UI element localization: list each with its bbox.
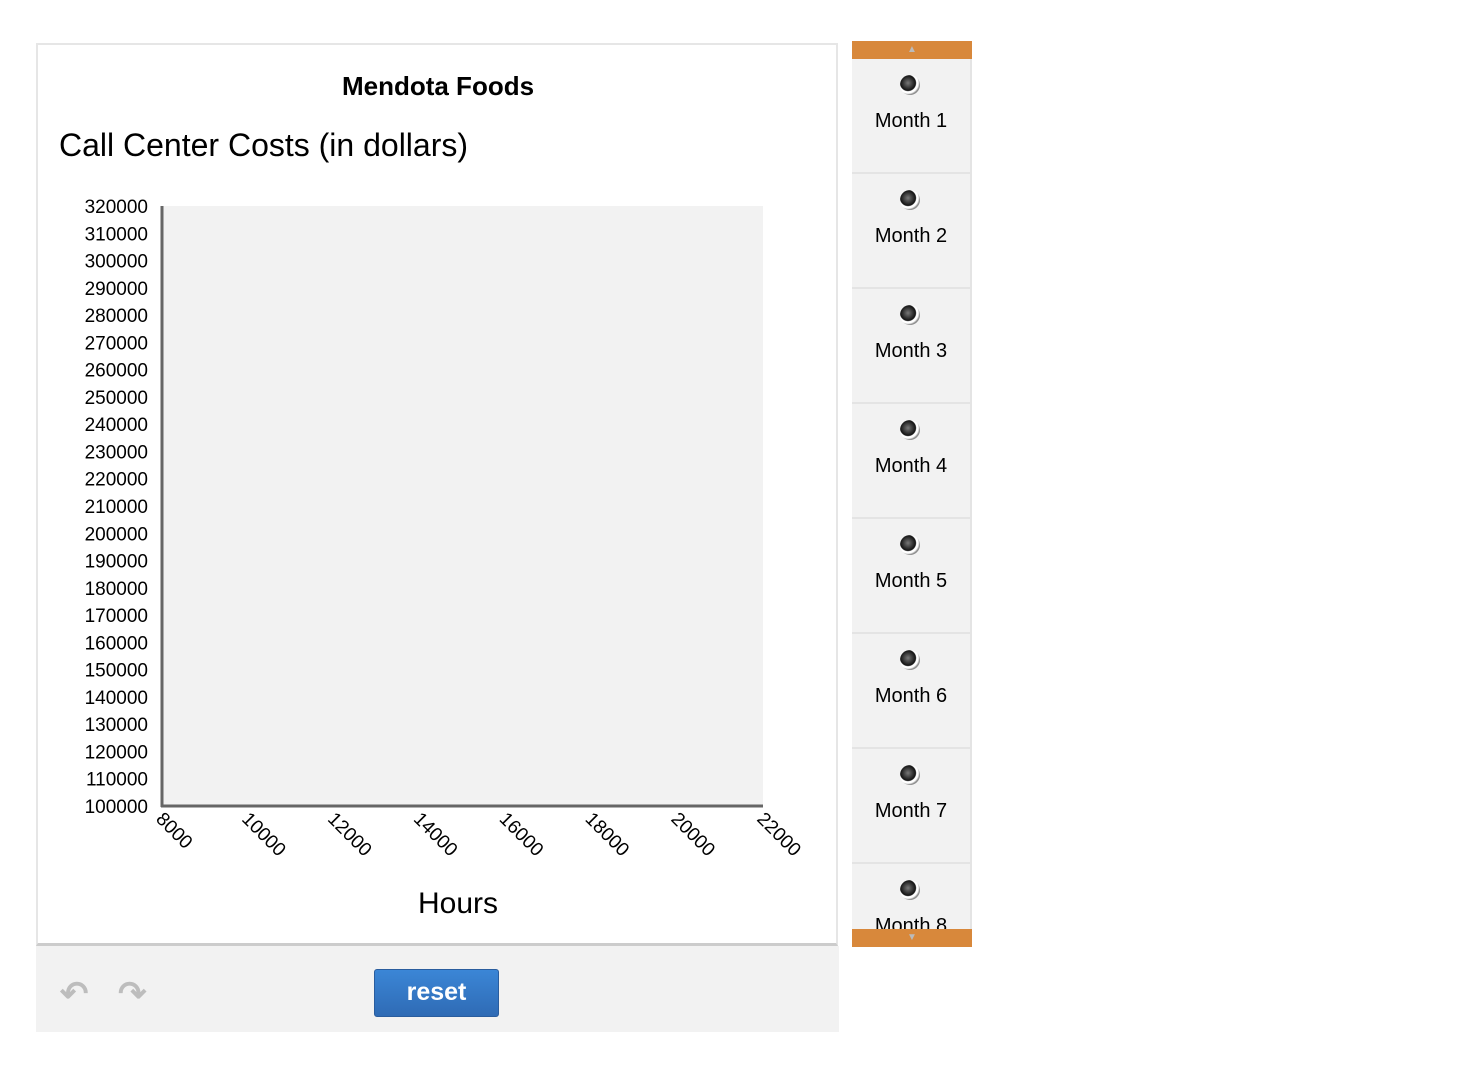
y-tick-label: 110000 xyxy=(86,770,148,791)
y-tick-label: 190000 xyxy=(85,552,148,573)
sidebar-item-month-7[interactable]: Month 7 xyxy=(852,749,972,864)
point-marker-icon[interactable] xyxy=(900,880,920,900)
y-tick-label: 300000 xyxy=(85,252,148,273)
redo-icon[interactable]: ↷ xyxy=(118,976,154,1012)
y-tick-label: 140000 xyxy=(85,688,148,709)
point-marker-icon[interactable] xyxy=(900,75,920,95)
sidebar-item-month-3[interactable]: Month 3 xyxy=(852,289,972,404)
x-tick-label: 20000 xyxy=(667,809,719,861)
y-tick-label: 230000 xyxy=(85,442,148,463)
sidebar-item-month-5[interactable]: Month 5 xyxy=(852,519,972,634)
x-tick-label: 12000 xyxy=(323,809,375,861)
y-tick-label: 290000 xyxy=(85,279,148,300)
chart-svg[interactable]: 100000 110000 120000 130000 140000 150000 1600… xyxy=(38,45,838,885)
y-tick-label: 220000 xyxy=(85,470,148,491)
x-tick-label: 16000 xyxy=(495,809,547,861)
y-tick-label: 150000 xyxy=(85,661,148,682)
sidebar-item-month-4[interactable]: Month 4 xyxy=(852,404,972,519)
sidebar-item-month-6[interactable]: Month 6 xyxy=(852,634,972,749)
month-label: Month 6 xyxy=(874,685,948,707)
x-tick-label: 18000 xyxy=(581,809,633,861)
x-tick-label: 10000 xyxy=(237,809,289,861)
y-tick-label: 280000 xyxy=(85,306,148,327)
month-label: Month 2 xyxy=(874,225,948,247)
toolbar: ↶ ↷ reset xyxy=(36,946,839,1032)
point-marker-icon[interactable] xyxy=(900,420,920,440)
reset-button[interactable]: reset xyxy=(374,969,499,1017)
y-tick-label: 160000 xyxy=(85,633,148,654)
y-tick-label: 120000 xyxy=(85,742,148,763)
chart-panel: Mendota Foods Call Center Costs (in doll… xyxy=(36,43,838,946)
x-tick-label: 14000 xyxy=(409,809,461,861)
month-sidebar: ▲ Month 1 Month 2 Month 3 Month 4 Month 5 Mon… xyxy=(852,41,972,947)
y-tick-label: 250000 xyxy=(85,388,148,409)
month-label: Month 7 xyxy=(874,800,948,822)
y-tick-label: 180000 xyxy=(85,579,148,600)
y-tick-label: 130000 xyxy=(85,715,148,736)
month-label: Month 3 xyxy=(874,340,948,362)
scroll-up-button[interactable]: ▲ xyxy=(852,41,972,59)
scroll-down-button[interactable]: ▼ xyxy=(852,929,972,947)
y-tick-label: 320000 xyxy=(85,197,148,218)
y-tick-label: 310000 xyxy=(85,224,148,245)
undo-icon[interactable]: ↶ xyxy=(60,976,96,1012)
y-tick-label: 270000 xyxy=(85,333,148,354)
month-label: Month 5 xyxy=(874,570,948,592)
point-marker-icon[interactable] xyxy=(900,305,920,325)
y-tick-label: 240000 xyxy=(85,415,148,436)
y-tick-label: 260000 xyxy=(85,361,148,382)
sidebar-item-month-2[interactable]: Month 2 xyxy=(852,174,972,289)
y-tick-label: 100000 xyxy=(85,797,148,818)
point-marker-icon[interactable] xyxy=(900,650,920,670)
x-axis-label: Hours xyxy=(418,887,499,920)
y-tick-label: 170000 xyxy=(85,606,148,627)
y-tick-label: 210000 xyxy=(85,497,148,518)
point-marker-icon[interactable] xyxy=(900,535,920,555)
sidebar-item-month-1[interactable]: Month 1 xyxy=(852,59,972,174)
x-tick-label: 8000 xyxy=(151,809,196,854)
month-label: Month 4 xyxy=(874,455,948,477)
point-marker-icon[interactable] xyxy=(900,190,920,210)
plot-area xyxy=(162,206,763,806)
x-tick-label: 22000 xyxy=(752,809,804,861)
point-marker-icon[interactable] xyxy=(900,765,920,785)
y-tick-label: 200000 xyxy=(85,524,148,545)
month-label: Month 1 xyxy=(874,110,948,132)
